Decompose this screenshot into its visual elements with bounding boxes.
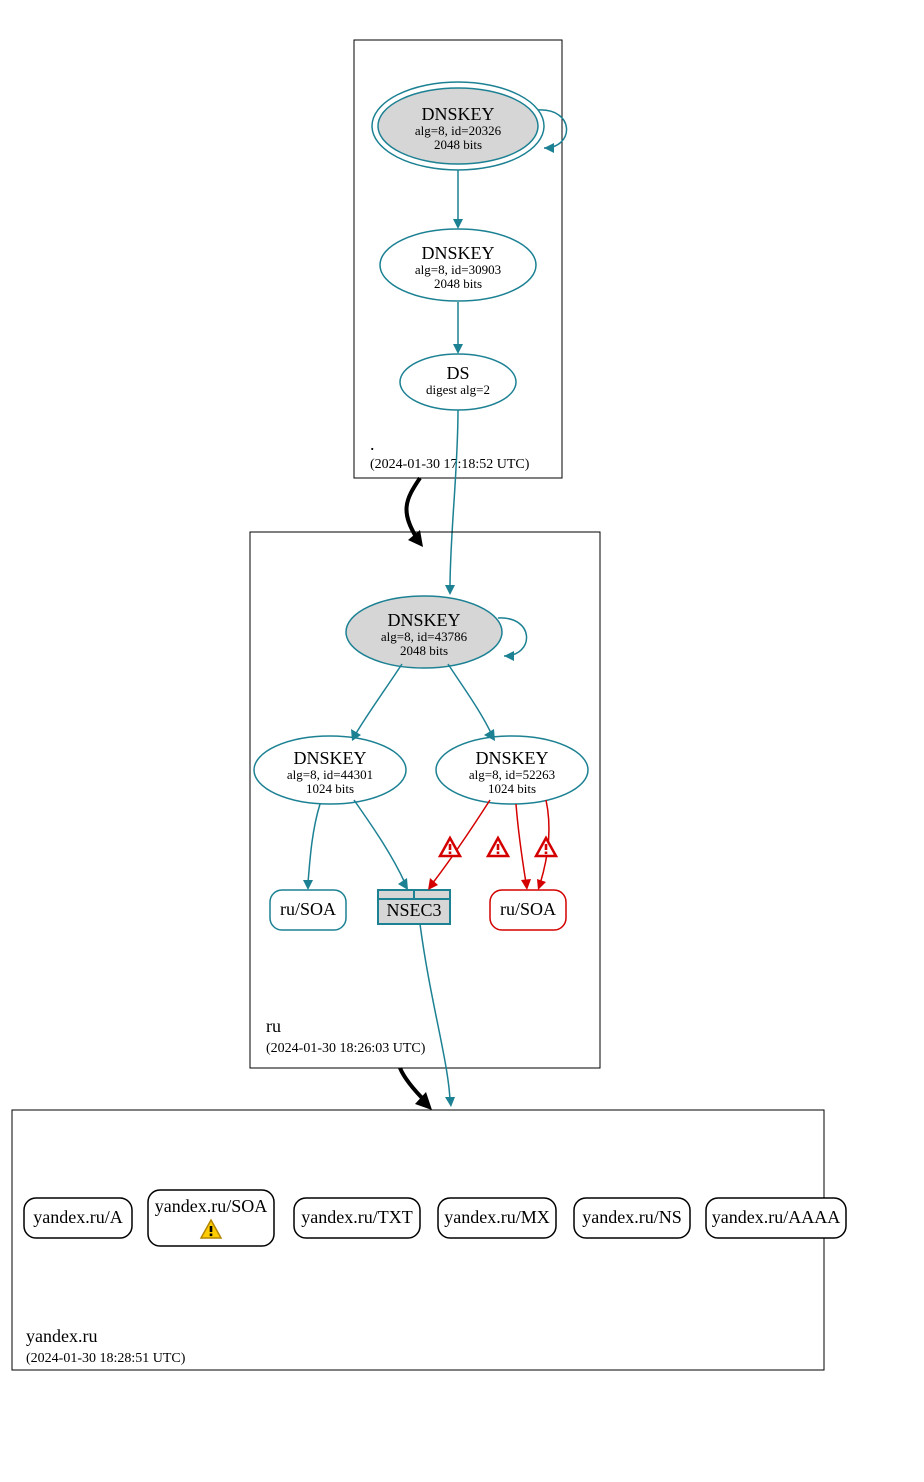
edge-root-to-ru-zone — [406, 478, 420, 540]
svg-text:digest alg=2: digest alg=2 — [426, 382, 490, 397]
zone-yandex — [12, 1110, 824, 1370]
node-ru-soa-ok: ru/SOA — [270, 890, 346, 930]
node-ru-ksk: DNSKEY alg=8, id=43786 2048 bits — [346, 596, 502, 668]
node-ru-zsk2: DNSKEY alg=8, id=52263 1024 bits — [436, 736, 588, 804]
node-yandex-a: yandex.ru/A — [24, 1198, 132, 1238]
svg-text:DNSKEY: DNSKEY — [387, 610, 460, 630]
svg-text:DNSKEY: DNSKEY — [421, 104, 494, 124]
zone-yandex-label: yandex.ru — [26, 1326, 97, 1346]
node-root-zsk: DNSKEY alg=8, id=30903 2048 bits — [380, 229, 536, 301]
warning-icon — [488, 838, 508, 856]
svg-text:2048 bits: 2048 bits — [400, 643, 448, 658]
edge-zsk2-soa-bad1 — [516, 804, 526, 883]
node-yandex-txt: yandex.ru/TXT — [294, 1198, 420, 1238]
svg-text:yandex.ru/A: yandex.ru/A — [33, 1207, 122, 1227]
node-root-ksk: DNSKEY alg=8, id=20326 2048 bits — [372, 82, 544, 170]
svg-text:DNSKEY: DNSKEY — [421, 243, 494, 263]
warning-icon — [440, 838, 460, 856]
svg-text:alg=8, id=30903: alg=8, id=30903 — [415, 262, 501, 277]
svg-text:yandex.ru/MX: yandex.ru/MX — [444, 1207, 549, 1227]
zone-ru-label: ru — [266, 1016, 281, 1036]
svg-text:2048 bits: 2048 bits — [434, 276, 482, 291]
node-ru-soa-bad: ru/SOA — [490, 890, 566, 930]
svg-text:alg=8, id=20326: alg=8, id=20326 — [415, 123, 502, 138]
node-nsec3: NSEC3 — [378, 890, 450, 924]
edge-zsk2-nsec3 — [432, 800, 490, 884]
svg-text:DNSKEY: DNSKEY — [475, 748, 548, 768]
zone-root-ts: (2024-01-30 17:18:52 UTC) — [370, 457, 530, 472]
zone-root-label: . — [370, 434, 375, 454]
svg-text:yandex.ru/SOA: yandex.ru/SOA — [155, 1196, 267, 1216]
node-ru-zsk1: DNSKEY alg=8, id=44301 1024 bits — [254, 736, 406, 804]
svg-text:DS: DS — [446, 363, 469, 383]
edge-zsk1-nsec3 — [354, 800, 405, 883]
node-yandex-soa: yandex.ru/SOA — [148, 1190, 274, 1246]
node-root-ds: DS digest alg=2 — [400, 354, 516, 410]
svg-text:ru/SOA: ru/SOA — [280, 899, 336, 919]
svg-text:alg=8, id=44301: alg=8, id=44301 — [287, 767, 373, 782]
svg-text:alg=8, id=43786: alg=8, id=43786 — [381, 629, 468, 644]
svg-text:2048 bits: 2048 bits — [434, 137, 482, 152]
svg-text:yandex.ru/AAAA: yandex.ru/AAAA — [712, 1207, 840, 1227]
svg-text:yandex.ru/NS: yandex.ru/NS — [582, 1207, 681, 1227]
svg-text:yandex.ru/TXT: yandex.ru/TXT — [301, 1207, 412, 1227]
svg-text:1024 bits: 1024 bits — [306, 781, 354, 796]
svg-text:DNSKEY: DNSKEY — [293, 748, 366, 768]
edge-nsec3-yandex — [420, 924, 450, 1100]
svg-text:1024 bits: 1024 bits — [488, 781, 536, 796]
svg-text:NSEC3: NSEC3 — [386, 900, 441, 920]
zone-yandex-ts: (2024-01-30 18:28:51 UTC) — [26, 1351, 186, 1366]
svg-text:ru/SOA: ru/SOA — [500, 899, 556, 919]
zone-ru-ts: (2024-01-30 18:26:03 UTC) — [266, 1041, 426, 1056]
edge-ru-ksk-zsk1 — [355, 664, 402, 735]
node-yandex-mx: yandex.ru/MX — [438, 1198, 556, 1238]
edge-ru-ksk-self — [498, 618, 527, 656]
edge-zsk1-soa — [308, 804, 320, 883]
node-yandex-ns: yandex.ru/NS — [574, 1198, 690, 1238]
edge-ds-ru-ksk — [450, 410, 458, 588]
node-yandex-aaaa: yandex.ru/AAAA — [706, 1198, 846, 1238]
warning-icon — [536, 838, 556, 856]
svg-text:alg=8, id=52263: alg=8, id=52263 — [469, 767, 555, 782]
edge-ru-ksk-zsk2 — [448, 664, 492, 735]
